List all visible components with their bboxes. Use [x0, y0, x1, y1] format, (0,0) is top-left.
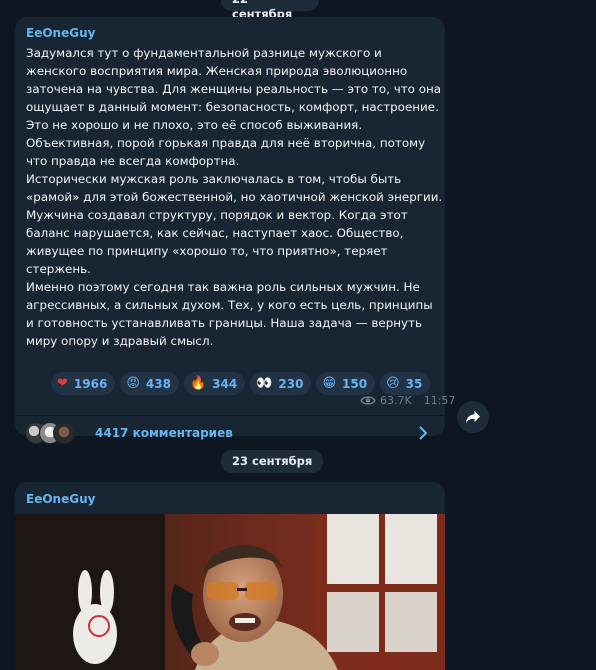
reaction-crying[interactable]: 😢 35 — [380, 372, 431, 395]
comments-count: 4417 комментариев — [95, 426, 233, 440]
reaction-heart[interactable]: ❤ 1966 — [51, 372, 116, 395]
heart-icon: ❤ — [57, 376, 68, 391]
post-photo[interactable] — [15, 514, 445, 670]
fire-icon: 🔥 — [189, 376, 207, 391]
comments-button[interactable]: 4417 комментариев — [15, 416, 445, 450]
eye-icon — [360, 396, 376, 405]
view-count: 63.7K — [380, 394, 412, 407]
reaction-angry[interactable]: 😡 438 — [120, 372, 179, 395]
post-author[interactable]: EeOneGuy — [26, 26, 95, 40]
reaction-count: 35 — [405, 376, 423, 391]
post-time: 11:57 — [423, 394, 456, 407]
chat-window: 22 сентября EeOneGuy Задумался тут о фун… — [0, 0, 596, 670]
grin-face-icon: 😁 — [322, 376, 336, 391]
post-meta: 63.7K 11:57 — [360, 394, 455, 407]
reaction-count: 1966 — [73, 376, 108, 391]
reaction-count: 438 — [145, 376, 171, 391]
reaction-fire[interactable]: 🔥 344 — [183, 372, 246, 395]
reaction-eyes[interactable]: 👀 230 — [250, 372, 312, 395]
reaction-count: 230 — [278, 376, 304, 391]
commenter-avatars — [25, 422, 89, 444]
post-author[interactable]: EeOneGuy — [26, 492, 95, 506]
post-text: Задумался тут о фундаментальной разнице … — [26, 46, 443, 348]
eyes-icon: 👀 — [256, 376, 273, 391]
share-button[interactable] — [457, 401, 489, 433]
date-separator-top: 22 сентября — [221, 0, 319, 21]
reaction-count: 150 — [342, 376, 368, 391]
angry-face-icon: 😡 — [126, 376, 140, 391]
reactions-bar: ❤ 1966 😡 438 🔥 344 👀 230 😁 150 😢 35 — [51, 372, 431, 395]
date-separator: 23 сентября — [221, 450, 324, 473]
crying-face-icon: 😢 — [386, 376, 400, 391]
channel-post[interactable]: EeOneGuy — [15, 482, 445, 670]
channel-post[interactable]: EeOneGuy Задумался тут о фундаментальной… — [15, 17, 455, 444]
reaction-grin[interactable]: 😁 150 — [316, 372, 376, 395]
reaction-count: 344 — [212, 376, 238, 391]
chevron-right-icon — [419, 426, 427, 440]
share-arrow-icon — [466, 411, 480, 423]
photo-image — [15, 514, 445, 670]
avatar — [53, 422, 75, 444]
